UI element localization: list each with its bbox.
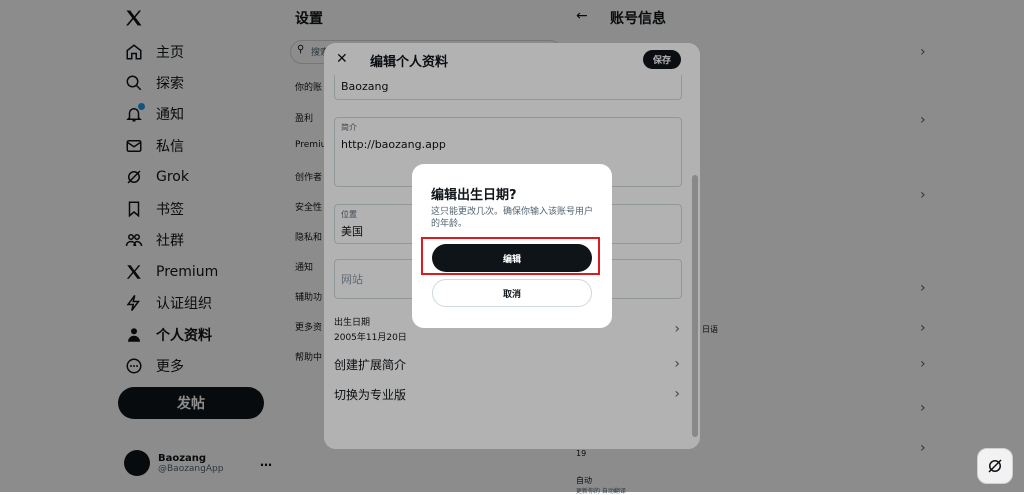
highlight-box (421, 237, 600, 275)
dialog-title: 编辑出生日期? (431, 188, 517, 203)
cancel-button[interactable]: 取消 (432, 279, 592, 307)
dialog-description: 这只能更改几次。确保你输入该账号用户的年龄。 (431, 207, 594, 229)
grok-floating-button[interactable] (977, 448, 1013, 484)
